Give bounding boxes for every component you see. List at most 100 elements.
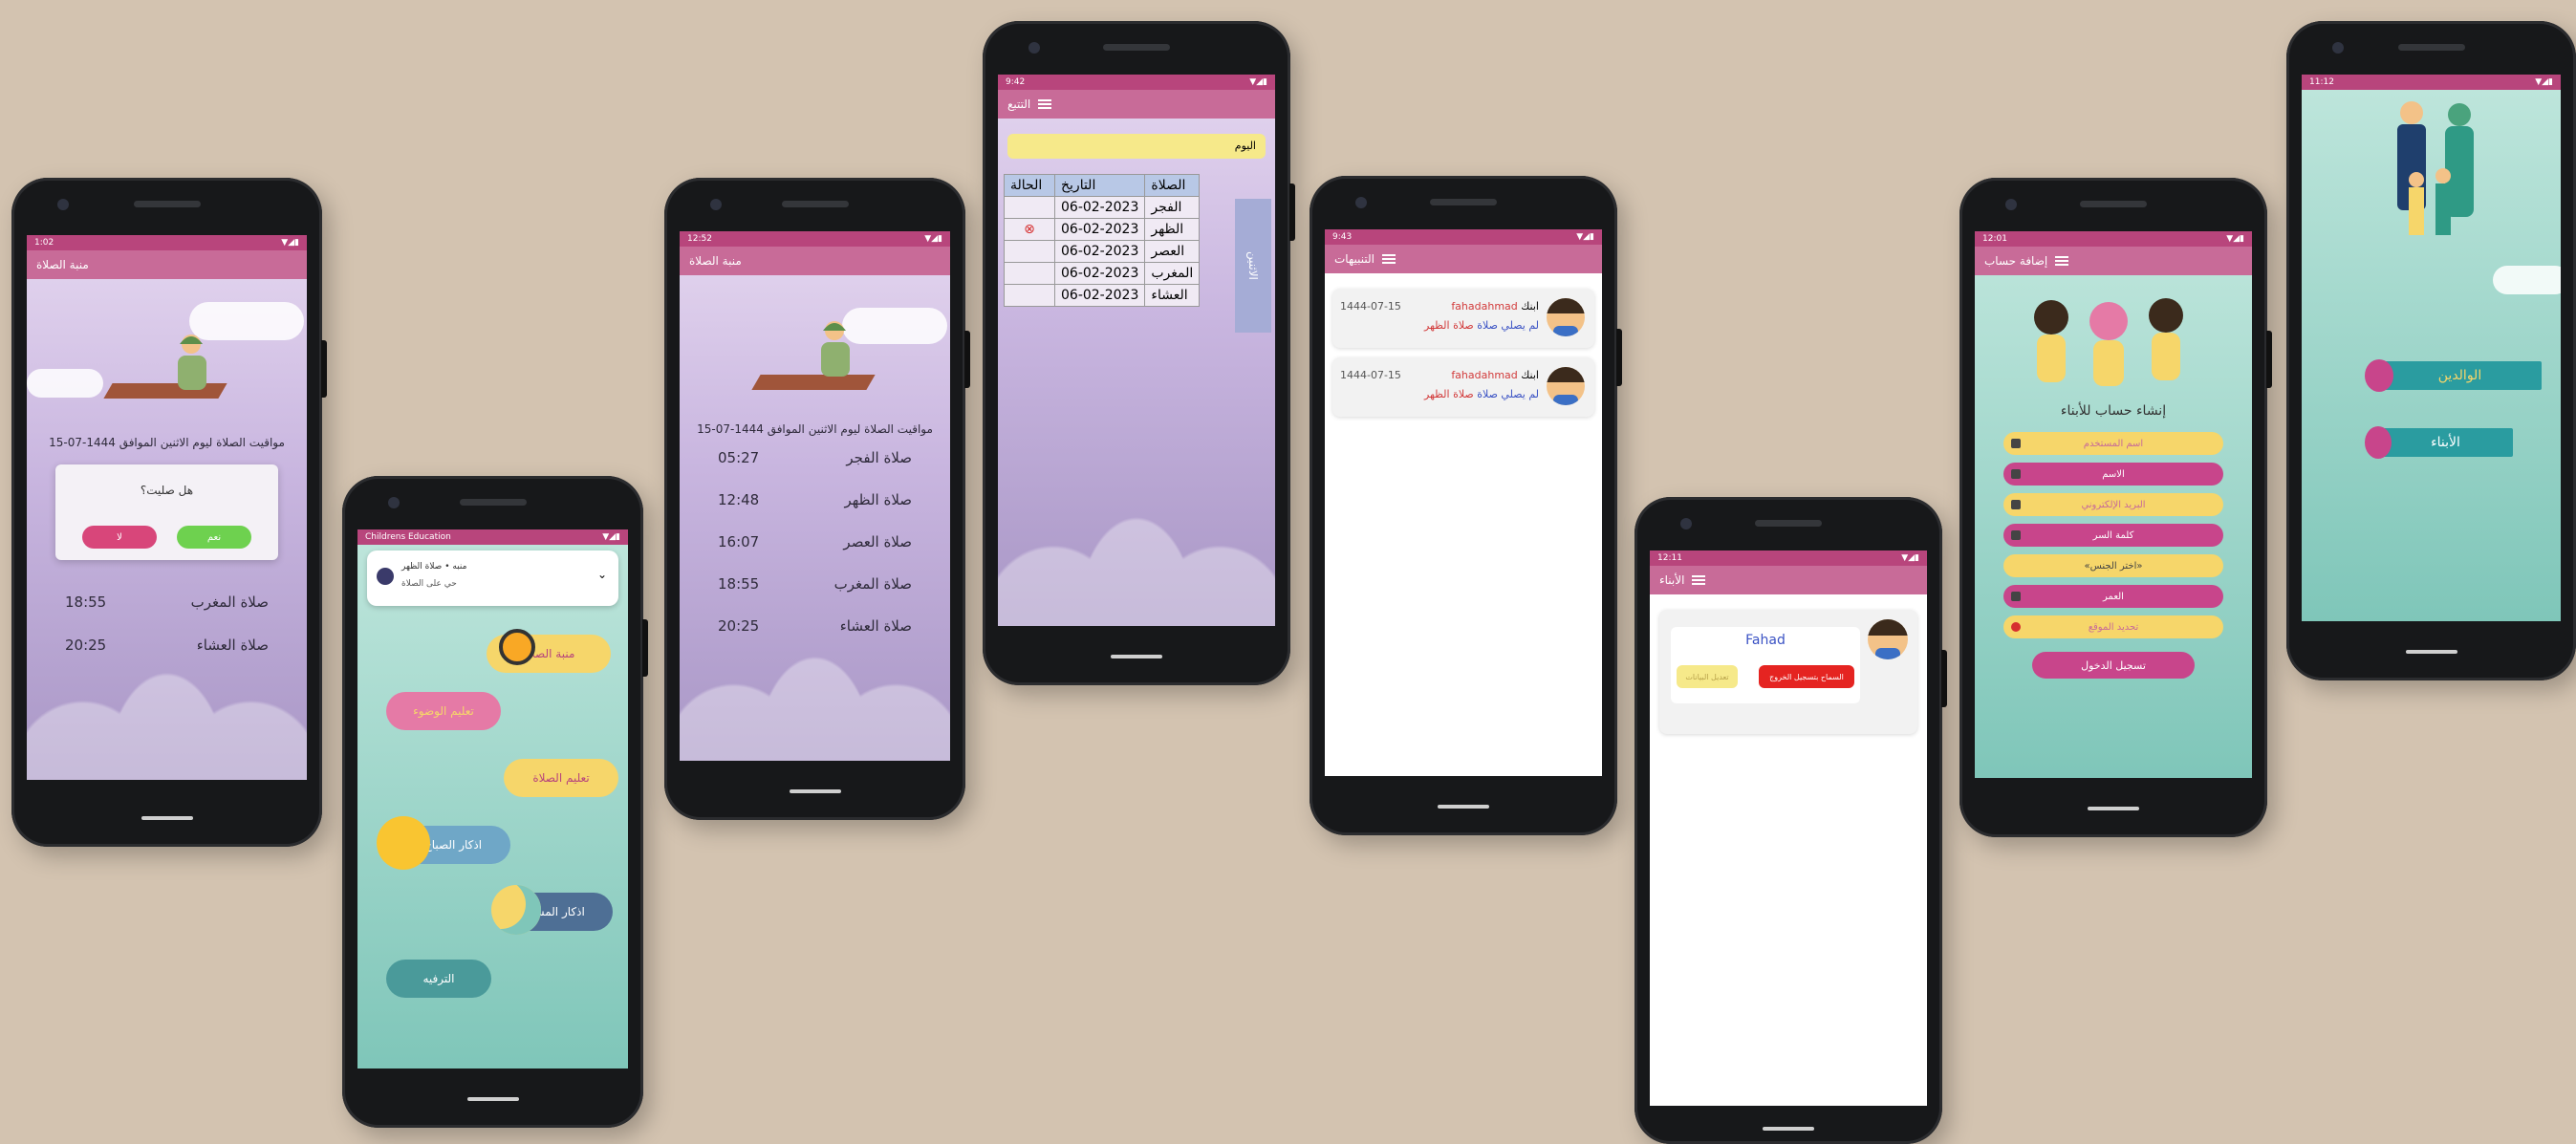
lock-icon [2011, 530, 2021, 540]
card-icon [2011, 592, 2021, 601]
child-name: Fahad [1745, 633, 1786, 648]
table-row: 06-02-2023 الفجر [1004, 196, 1201, 219]
notification-body: حي على الصلاة [401, 579, 457, 589]
family-illustration [2397, 101, 2474, 235]
mosque-silhouette [27, 534, 307, 780]
dialog-question: هل صليت؟ [140, 484, 194, 497]
app-title: التنبيهات [1334, 252, 1375, 266]
table-row: 06-02-2023 المغرب [1004, 262, 1201, 285]
menu-item-wudu[interactable]: تعليم الوضوء [386, 692, 501, 730]
menu-item-entertainment[interactable]: الترفيه [386, 960, 491, 998]
submit-button[interactable]: تسجيل الدخول [2032, 652, 2195, 679]
status-bar: Childrens Education ▼◢▮ [357, 529, 628, 545]
add-account-screen: 12:01 ▼◢▮ إضافة حساب إنشاء حساب للأبناء ا… [1975, 231, 2252, 778]
app-title: التتبع [1007, 97, 1031, 111]
table-row: 06-02-2023 العشاء [1004, 284, 1201, 307]
menu-icon[interactable] [1381, 254, 1396, 264]
praying-child-illustration [821, 321, 850, 377]
children-menu-screen: Childrens Education ▼◢▮ منبه • صلاة الظهر… [357, 529, 628, 1068]
status-bar: 9:43 ▼◢▮ [1325, 229, 1602, 245]
side-day-tab[interactable]: الاثنين [1235, 199, 1271, 333]
child-avatar [1868, 619, 1908, 659]
header-status: الحالة [1004, 174, 1055, 197]
prayer-row: صلاة الظهر 12:48 [718, 491, 912, 508]
status-bar: 12:11 ▼◢▮ [1650, 550, 1927, 566]
table-row: ⊗ 06-02-2023 الظهر [1004, 218, 1201, 241]
parents-icon [2365, 359, 2393, 392]
clock-icon [499, 629, 535, 665]
allow-exit-button[interactable]: السماح بتسجيل الخروج [1759, 665, 1854, 688]
phone-3: 12:52 ▼◢▮ منبة الصلاة مواقيت الصلاة ليوم … [664, 178, 970, 820]
prayer-row: صلاة الفجر 05:27 [718, 449, 912, 466]
menu-icon[interactable] [1692, 575, 1706, 585]
phone-8: 11:12 ▼◢▮ الوالدين الأبناء [2286, 21, 2576, 680]
alert-card[interactable]: ابنك fahadahmad 1444-07-15 لم يصلي صلاة … [1332, 289, 1594, 348]
user-icon [2011, 439, 2021, 448]
child-inner-card: Fahad تعديل البيانات السماح بتسجيل الخرو… [1671, 627, 1860, 703]
app-bar: إضافة حساب [1975, 247, 2252, 275]
alert-card[interactable]: ابنك fahadahmad 1444-07-15 لم يصلي صلاة … [1332, 357, 1594, 417]
phone-7: 12:01 ▼◢▮ إضافة حساب إنشاء حساب للأبناء ا… [1959, 178, 2272, 837]
status-bar: 12:52 ▼◢▮ [680, 231, 950, 247]
notification-card[interactable]: منبه • صلاة الظهر حي على الصلاة ⌄ [367, 550, 618, 606]
prayer-times-screen: 12:52 ▼◢▮ منبة الصلاة مواقيت الصلاة ليوم … [680, 231, 950, 761]
app-title: الأبناء [1659, 573, 1685, 587]
gender-select[interactable]: «اختر الجنس» [2003, 554, 2223, 577]
table-row: 06-02-2023 العصر [1004, 240, 1201, 263]
phone-2: Childrens Education ▼◢▮ منبه • صلاة الظهر… [342, 476, 648, 1128]
status-bar: 12:01 ▼◢▮ [1975, 231, 2252, 247]
app-bar: الأبناء [1650, 566, 1927, 594]
missed-icon: ⊗ [1004, 218, 1055, 241]
alerts-screen: 9:43 ▼◢▮ التنبيهات ابنك fahadahmad 1444-0… [1325, 229, 1602, 776]
phone-6: 12:11 ▼◢▮ الأبناء Fahad تعديل البيانات ال… [1634, 497, 1947, 1144]
location-field[interactable]: تحديد الموقع [2003, 615, 2223, 638]
children-icon [2365, 426, 2392, 459]
day-chip[interactable]: اليوم [1007, 134, 1266, 159]
sun-icon [377, 816, 430, 870]
mosque-silhouette [680, 522, 950, 761]
username-field[interactable]: اسم المستخدم [2003, 432, 2223, 455]
children-list-screen: 12:11 ▼◢▮ الأبناء Fahad تعديل البيانات ال… [1650, 550, 1927, 1106]
notification-title: منبه • صلاة الظهر [401, 562, 467, 572]
child-avatar [1547, 298, 1585, 336]
child-card[interactable]: Fahad تعديل البيانات السماح بتسجيل الخرو… [1659, 610, 1917, 734]
header-prayer: الصلاة [1144, 174, 1201, 197]
header-date: التاريخ [1053, 174, 1146, 197]
status-bar: 9:42 ▼◢▮ [998, 75, 1275, 90]
mosque-silhouette [998, 378, 1275, 626]
app-title: إضافة حساب [1984, 254, 2048, 268]
name-field[interactable]: الاسم [2003, 463, 2223, 486]
date-line: مواقيت الصلاة ليوم الاثنين الموافق 1444-… [697, 422, 933, 436]
phone-4: 9:42 ▼◢▮ التتبع اليوم الحالة التاريخ الصلاة… [983, 21, 1295, 685]
app-icon [377, 568, 394, 585]
age-field[interactable]: العمر [2003, 585, 2223, 608]
child-avatar [1547, 367, 1585, 405]
children-button[interactable]: الأبناء [2378, 428, 2513, 457]
mail-icon [2011, 500, 2021, 509]
menu-item-prayer-lesson[interactable]: تعليم الصلاة [504, 759, 618, 797]
status-bar: 1:02 ▼◢▮ [27, 235, 307, 250]
menu-icon[interactable] [2055, 256, 2069, 266]
phone-5: 9:43 ▼◢▮ التنبيهات ابنك fahadahmad 1444-0… [1310, 176, 1622, 835]
chevron-down-icon[interactable]: ⌄ [597, 568, 607, 581]
location-icon [2011, 622, 2021, 632]
app-bar: منبة الصلاة [680, 247, 950, 275]
menu-icon[interactable] [1038, 99, 1052, 109]
role-select-screen: 11:12 ▼◢▮ الوالدين الأبناء [2302, 75, 2561, 621]
moon-icon [491, 885, 541, 935]
tracking-table: الحالة التاريخ الصلاة 06-02-2023 الفجر ⊗ 06-… [1004, 174, 1201, 307]
app-bar: التنبيهات [1325, 245, 1602, 273]
app-title: منبة الصلاة [689, 254, 742, 268]
date-line: مواقيت الصلاة ليوم الاثنين الموافق 1444-… [49, 436, 285, 449]
email-field[interactable]: البريد الإلكتروني [2003, 493, 2223, 516]
status-bar: 11:12 ▼◢▮ [2302, 75, 2561, 90]
tracking-screen: 9:42 ▼◢▮ التتبع اليوم الحالة التاريخ الصلاة… [998, 75, 1275, 626]
password-field[interactable]: كلمة السر [2003, 524, 2223, 547]
edit-button[interactable]: تعديل البيانات [1677, 665, 1738, 688]
phone-1: 1:02 ▼◢▮ منبة الصلاة مواقيت الصلاة ليوم ا… [11, 178, 327, 847]
parents-button[interactable]: الوالدين [2378, 361, 2542, 390]
user-icon [2011, 469, 2021, 479]
praying-child-illustration [178, 335, 206, 390]
prayer-alarm-screen: 1:02 ▼◢▮ منبة الصلاة مواقيت الصلاة ليوم ا… [27, 235, 307, 780]
app-bar: التتبع [998, 90, 1275, 119]
